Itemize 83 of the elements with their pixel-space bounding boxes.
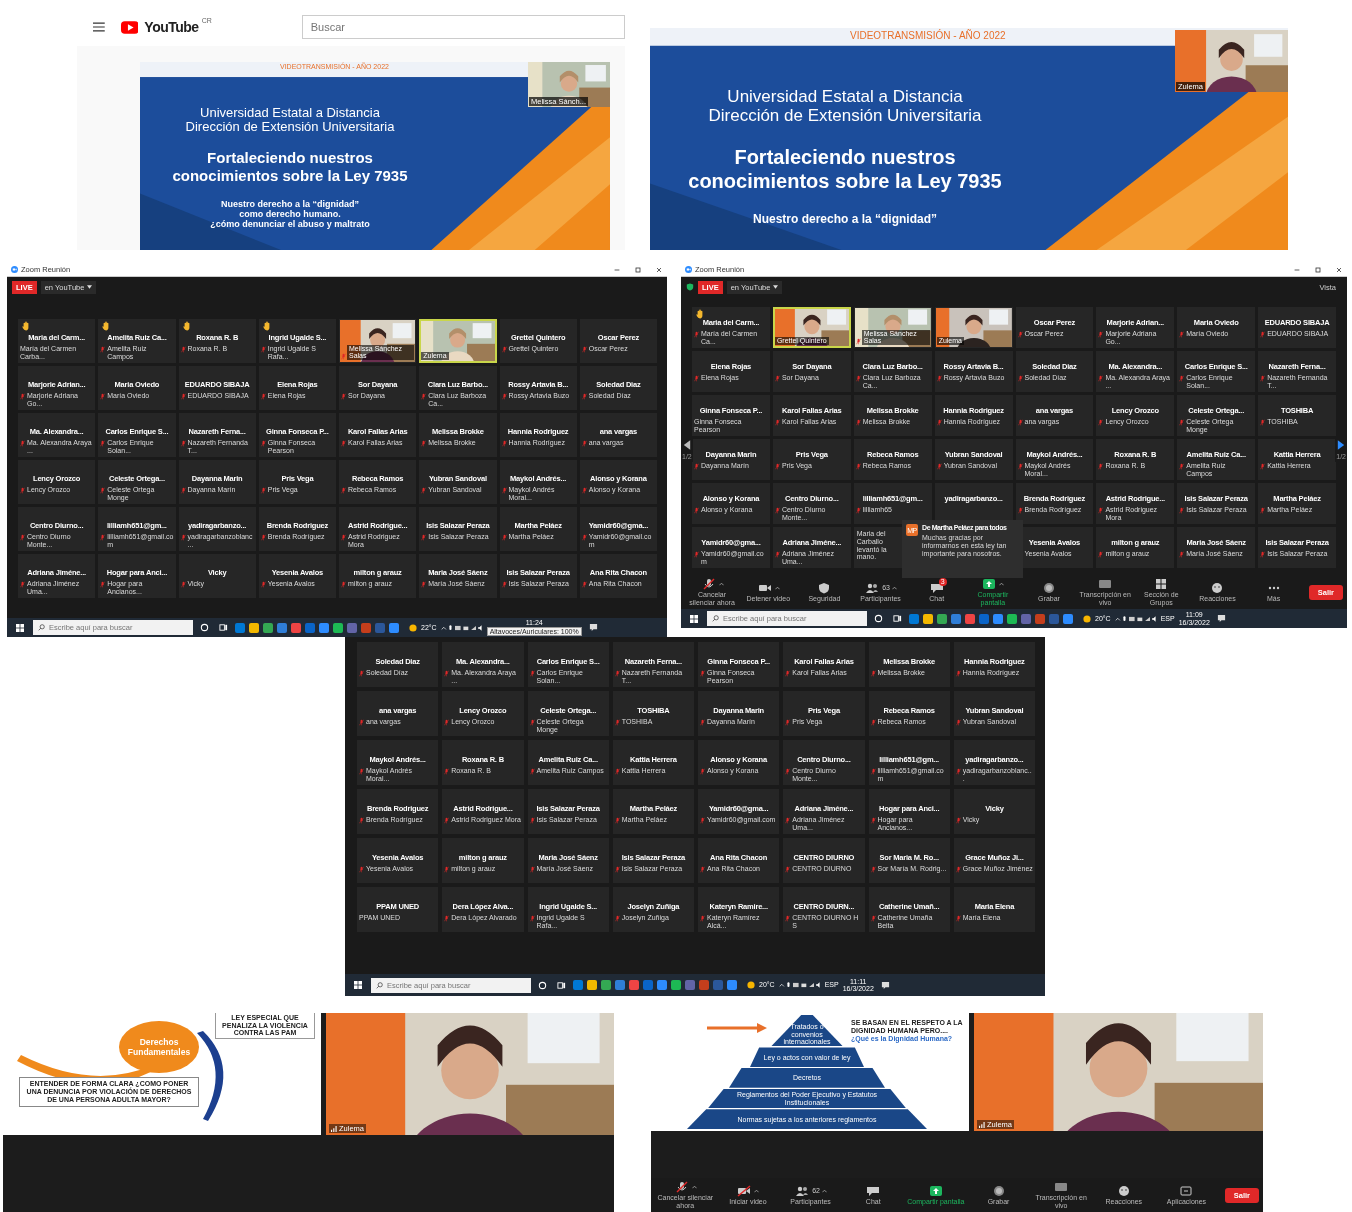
- search-icon: [38, 624, 45, 631]
- close-icon[interactable]: [1335, 265, 1343, 274]
- system-tray-icons[interactable]: [1114, 614, 1157, 623]
- taskbar-app-icon[interactable]: [333, 622, 343, 633]
- search-icon: [712, 615, 719, 622]
- task-view-icon[interactable]: [219, 623, 228, 632]
- notifications-icon[interactable]: [588, 623, 598, 632]
- site-logo[interactable]: YouTube: [144, 19, 199, 35]
- circle-icon[interactable]: [538, 980, 547, 990]
- slide-text: Dirección de Extensión Universitaria: [708, 106, 982, 126]
- caret-icon[interactable]: [87, 285, 93, 289]
- slide-title: Fortaleciendo nuestros: [734, 145, 956, 170]
- close-icon[interactable]: [655, 265, 663, 274]
- captions-icon: [1053, 1181, 1070, 1194]
- windows-start-icon[interactable]: [690, 614, 698, 623]
- video-off-icon: [736, 1184, 753, 1197]
- share-screen-icon: [927, 1184, 944, 1197]
- toolbar-button[interactable]: [927, 1184, 944, 1197]
- maximize-icon[interactable]: [634, 265, 642, 274]
- notifications-icon[interactable]: [1216, 614, 1226, 623]
- sun-icon: [1083, 614, 1091, 623]
- task-view-icon[interactable]: [893, 614, 902, 623]
- taskbar-app-icon[interactable]: [389, 622, 399, 633]
- system-tray-icons[interactable]: [440, 623, 483, 632]
- taskbar-app-icon[interactable]: [1063, 613, 1073, 624]
- banner-text: VIDEOTRANSMISIÓN - AÑO 2022: [850, 30, 1006, 41]
- circle-icon[interactable]: [200, 623, 209, 632]
- toolbar-button[interactable]: [864, 581, 881, 594]
- menu-icon[interactable]: [93, 22, 105, 32]
- signal-icon: [979, 1121, 985, 1128]
- taskbar-app-icon[interactable]: [1007, 613, 1017, 624]
- slide-text: Universidad Estatal a Distancia: [727, 88, 963, 107]
- slide-text: como derecho humano.: [239, 208, 341, 220]
- toolbar-button[interactable]: [865, 1184, 882, 1197]
- slide-text: Nuestro derecho a la “dignidad”: [753, 213, 937, 228]
- record-icon: [1041, 581, 1057, 594]
- slide-title: conocimientos sobre la Ley 7935: [688, 169, 1002, 194]
- maximize-icon[interactable]: [1314, 265, 1322, 274]
- windows-start-icon[interactable]: [354, 981, 362, 989]
- toolbar-button[interactable]: [1041, 581, 1057, 594]
- people-icon: [864, 581, 881, 594]
- taskbar-app-icon[interactable]: [249, 622, 259, 633]
- slide-text: Universidad Estatal a Distancia: [200, 106, 380, 121]
- taskbar-app-icon[interactable]: [291, 622, 301, 633]
- taskbar-app-icon[interactable]: [319, 622, 329, 633]
- app-logo-icon: [11, 266, 18, 273]
- people-icon: [794, 1184, 811, 1197]
- app-logo-icon: [685, 266, 692, 273]
- slide-text: Nuestro derecho a la “dignidad”: [221, 198, 359, 209]
- taskbar-app-icon[interactable]: [263, 622, 273, 633]
- chat-icon: [928, 581, 945, 594]
- circle-icon[interactable]: [874, 614, 883, 623]
- caret-icon[interactable]: [773, 285, 779, 289]
- play-logo-icon: [120, 20, 139, 34]
- taskbar-app-icon[interactable]: [993, 613, 1003, 624]
- toolbar-button[interactable]: [981, 578, 998, 591]
- taskbar-app-icon[interactable]: [965, 613, 975, 624]
- slide-title: conocimientos sobre la Ley 7935: [172, 166, 408, 185]
- slide-text: Dirección de Extensión Universitaria: [185, 120, 395, 135]
- search-icon: [376, 981, 383, 989]
- captions-icon: [1097, 578, 1114, 591]
- share-screen-icon: [981, 578, 998, 591]
- windows-start-icon[interactable]: [16, 623, 24, 632]
- taskbar-app-icon[interactable]: [923, 613, 933, 624]
- task-view-icon[interactable]: [557, 980, 566, 990]
- apps-icon: [1178, 1184, 1195, 1197]
- toolbar-button[interactable]: [794, 1184, 811, 1197]
- taskbar-app-icon[interactable]: [951, 613, 961, 624]
- notifications-icon[interactable]: [880, 980, 890, 990]
- signal-icon: [331, 1125, 337, 1132]
- sun-icon: [409, 623, 417, 632]
- search-field[interactable]: Buscar: [301, 15, 625, 39]
- chat-icon: [865, 1184, 882, 1197]
- slide-title: Fortaleciendo nuestros: [207, 148, 373, 167]
- shield-icon[interactable]: [686, 283, 694, 291]
- toolbar-button[interactable]: [736, 1184, 753, 1197]
- sun-icon: [747, 981, 755, 989]
- taskbar-app-icon[interactable]: [277, 622, 287, 633]
- system-tray-icons[interactable]: [778, 981, 821, 989]
- arrow-icon: [706, 1023, 768, 1033]
- slide-text: ¿cómo denunciar el abuso y maltrato: [210, 219, 370, 230]
- toolbar-button[interactable]: [928, 581, 945, 594]
- taskbar-app-icon[interactable]: [937, 613, 947, 624]
